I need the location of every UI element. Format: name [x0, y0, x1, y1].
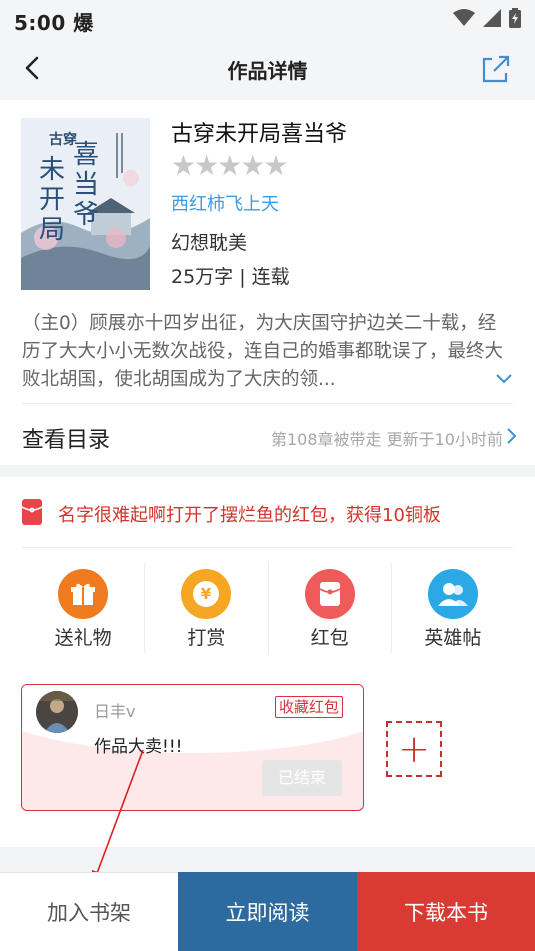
- page-title: 作品详情: [227, 59, 308, 83]
- status-icons: [453, 8, 521, 28]
- svg-text:¥: ¥: [201, 585, 212, 603]
- action-row: 送礼物 ¥ 打赏 红包 英雄帖: [22, 563, 514, 653]
- svg-text:当: 当: [73, 170, 99, 200]
- cover-art: 古穿 未 开 局 喜 当 爷: [21, 118, 150, 290]
- toc-update[interactable]: 第108章被带走 更新于10小时前: [271, 426, 503, 450]
- gift-icon: [58, 569, 109, 619]
- hero-post-card[interactable]: 日丰v 收藏红包 作品大卖!!! 已结束: [21, 684, 364, 811]
- post-badge: 收藏红包: [274, 696, 343, 718]
- rating-stars: ★★★★★: [171, 149, 289, 182]
- chevron-down-icon[interactable]: [495, 372, 513, 386]
- add-to-shelf-button[interactable]: 加入书架: [0, 872, 178, 951]
- gift-action[interactable]: 送礼物: [22, 563, 146, 653]
- action-label: 打赏: [187, 627, 226, 649]
- status-time: 5:00 爆: [14, 11, 94, 35]
- chevron-right-icon[interactable]: [505, 427, 517, 445]
- post-status-button[interactable]: 已结束: [262, 760, 342, 796]
- share-icon[interactable]: [479, 52, 513, 86]
- svg-text:开: 开: [39, 185, 65, 215]
- read-now-button[interactable]: 立即阅读: [178, 872, 357, 951]
- bottom-action-bar: 加入书架 立即阅读 下载本书: [0, 872, 535, 951]
- carrier-glyph: 爆: [73, 11, 94, 35]
- svg-text:爷: 爷: [73, 200, 99, 230]
- book-author[interactable]: 西红柿飞上天: [171, 190, 279, 216]
- signal-icon: [483, 9, 501, 27]
- heroes-icon: [427, 569, 478, 619]
- action-label: 送礼物: [54, 627, 112, 649]
- book-cover[interactable]: 古穿 未 开 局 喜 当 爷: [21, 118, 150, 290]
- post-content: 作品大卖!!!: [94, 737, 183, 757]
- battery-icon: [509, 8, 521, 28]
- nav-bar: 作品详情: [0, 38, 535, 100]
- action-label: 英雄帖: [424, 627, 482, 649]
- wifi-icon: [453, 9, 475, 26]
- status-bar: 5:00 爆: [0, 0, 535, 38]
- svg-text:局: 局: [39, 215, 65, 245]
- download-book-button[interactable]: 下载本书: [357, 872, 535, 951]
- book-info-card: 古穿 未 开 局 喜 当 爷 古穿未开局喜当爷 ★★★★★ 西红柿飞上天 幻想耽…: [0, 100, 535, 465]
- divider: [22, 547, 513, 548]
- toc-label[interactable]: 查看目录: [22, 422, 110, 454]
- tip-action[interactable]: ¥ 打赏: [145, 563, 269, 653]
- avatar[interactable]: [36, 691, 78, 733]
- plus-icon: +: [398, 727, 430, 771]
- interaction-card: 名字很难起啊打开了摆烂鱼的红包，获得10铜板 送礼物 ¥ 打赏 红包 英雄帖 日…: [0, 477, 535, 847]
- red-envelope-icon: [22, 499, 42, 525]
- book-genre: 幻想耽美: [171, 232, 248, 254]
- divider: [22, 403, 513, 404]
- yen-coin-icon: ¥: [181, 569, 232, 619]
- red-envelope-notice: 名字很难起啊打开了摆烂鱼的红包，获得10铜板: [58, 505, 441, 526]
- action-label: 红包: [310, 627, 349, 649]
- add-post-button[interactable]: +: [386, 721, 442, 777]
- red-envelope-icon: [304, 569, 355, 619]
- book-stats: 25万字 | 连载: [171, 266, 290, 288]
- svg-text:未: 未: [39, 155, 65, 185]
- svg-text:喜: 喜: [73, 140, 99, 170]
- book-synopsis[interactable]: （主0）顾展亦十四岁出征，为大庆国守护边关二十载，经历了大大小小无数次战役，连自…: [22, 310, 512, 394]
- book-title: 古穿未开局喜当爷: [171, 122, 348, 147]
- post-username[interactable]: 日丰v: [94, 698, 135, 722]
- heroes-action[interactable]: 英雄帖: [392, 563, 514, 653]
- red-envelope-action[interactable]: 红包: [269, 563, 392, 653]
